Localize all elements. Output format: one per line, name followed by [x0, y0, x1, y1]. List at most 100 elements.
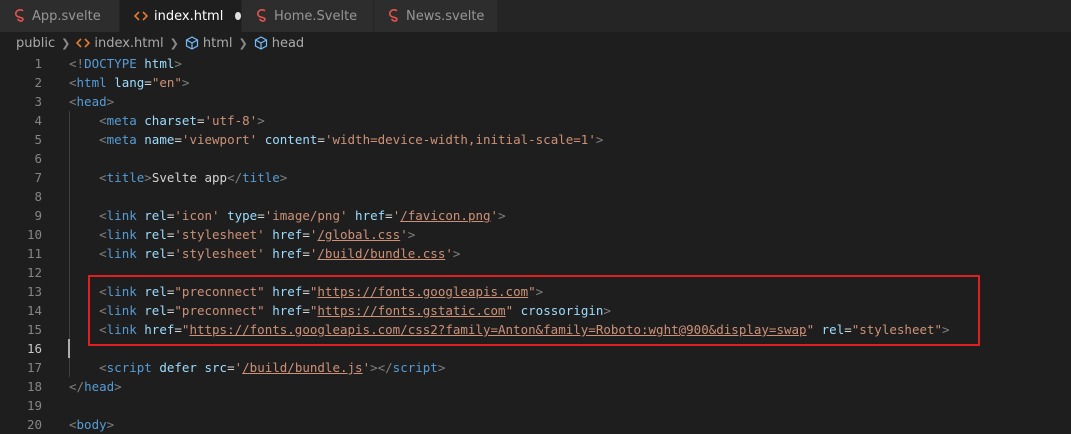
code-token: <	[99, 227, 107, 242]
code-token: '	[400, 227, 408, 242]
code-token: name	[144, 132, 175, 147]
code-token: =	[302, 227, 310, 242]
line-number: 14	[26, 303, 42, 318]
chevron-right-icon: ❯	[61, 36, 71, 50]
unsaved-dot-icon[interactable]	[235, 12, 241, 20]
line-number: 15	[26, 322, 42, 337]
code-line[interactable]: 18 </head>	[0, 377, 1071, 396]
code-token: =	[385, 208, 393, 223]
code-token: 'viewport'	[181, 132, 258, 147]
code-line[interactable]: 3 <head>	[0, 92, 1071, 111]
cube-icon	[185, 36, 199, 50]
line-number: 18	[26, 379, 42, 394]
code-token: 'width=device-width,initial-scale=1'	[324, 132, 596, 147]
code-token: head	[76, 94, 107, 109]
code-line[interactable]: 8	[0, 187, 1071, 206]
code-token: >	[144, 170, 152, 185]
code-token: 'stylesheet'	[174, 227, 265, 242]
code-token: rel	[144, 246, 167, 261]
code-token: >	[106, 417, 115, 432]
code-token: type	[227, 208, 258, 223]
code-token: =	[196, 113, 205, 128]
tab-app-svelte[interactable]: App.svelte	[0, 0, 120, 32]
breadcrumb-public[interactable]: public	[16, 36, 55, 51]
code-token: 'icon'	[174, 208, 220, 223]
code-token: meta	[106, 132, 137, 147]
code-editor[interactable]: 1 <!DOCTYPE html> 2 <html lang="en"> 3 <head>…	[0, 54, 1071, 432]
code-token: <	[99, 246, 107, 261]
code-line[interactable]: 5 <meta name='viewport' content='width=d…	[0, 130, 1071, 149]
line-number: 13	[26, 284, 42, 299]
code-token: =	[144, 75, 152, 90]
code-line[interactable]: 11 <link rel='stylesheet' href='/build/b…	[0, 244, 1071, 263]
indent-guide	[69, 111, 70, 377]
code-line[interactable]: 9 <link rel='icon' type='image/png' href…	[0, 206, 1071, 225]
code-token: content	[264, 132, 318, 147]
breadcrumb-label: index.html	[94, 35, 164, 51]
breadcrumb-html[interactable]: html	[185, 36, 233, 51]
code-token: DOCTYPE	[84, 56, 137, 71]
code-token: html	[144, 56, 175, 71]
code-token: <	[69, 94, 77, 109]
code-token: =	[257, 208, 265, 223]
code-token: >	[498, 208, 506, 223]
code-token: >	[595, 132, 604, 147]
tab-home-svelte[interactable]: Home.Svelte	[242, 0, 374, 32]
html-icon	[76, 37, 91, 49]
line-number: 2	[34, 75, 42, 90]
code-text: <html lang="en">	[69, 73, 189, 92]
code-line[interactable]: 1 <!DOCTYPE html>	[0, 54, 1071, 73]
code-token: <!	[69, 56, 85, 71]
code-line[interactable]: 20 <body>	[0, 415, 1071, 434]
code-text: <link rel='stylesheet' href='/global.css…	[69, 225, 415, 244]
code-token: =	[317, 132, 325, 147]
code-line[interactable]: 17 <script defer src='/build/bundle.js'>…	[0, 358, 1071, 377]
code-token: >	[452, 246, 461, 261]
line-number: 20	[26, 417, 42, 432]
code-line[interactable]: 2 <html lang="en">	[0, 73, 1071, 92]
code-text: <script defer src='/build/bundle.js'></s…	[69, 358, 445, 377]
code-text: <title>Svelte app</title>	[69, 168, 287, 187]
code-token: <	[99, 360, 107, 375]
svelte-icon	[14, 9, 26, 23]
editor-tab-bar: App.svelte index.html Home.Svelte News.s…	[0, 0, 1071, 32]
code-token: html	[76, 75, 107, 90]
code-token: =	[302, 246, 310, 261]
breadcrumb-label: public	[16, 35, 56, 51]
breadcrumb-head[interactable]: head	[254, 36, 304, 51]
chevron-right-icon: ❯	[169, 36, 179, 50]
code-token: <	[99, 113, 107, 128]
line-number: 19	[26, 398, 42, 413]
code-token: title	[242, 170, 280, 185]
tab-news-svelte[interactable]: News.svelte	[374, 0, 498, 32]
code-token: "en"	[151, 75, 182, 90]
code-line[interactable]: 4 <meta charset='utf-8'>	[0, 111, 1071, 130]
code-token: title	[106, 170, 145, 185]
breadcrumb-index-html[interactable]: index.html	[76, 35, 164, 51]
code-token: >	[407, 227, 416, 242]
code-line[interactable]: 6	[0, 149, 1071, 168]
code-token: =	[174, 132, 182, 147]
code-line[interactable]: 10 <link rel='stylesheet' href='/global.…	[0, 225, 1071, 244]
code-line[interactable]: 19	[0, 396, 1071, 415]
code-token: '	[445, 246, 453, 261]
line-number: 3	[34, 94, 42, 109]
code-token: 'stylesheet'	[174, 246, 265, 261]
tab-index-html[interactable]: index.html	[120, 0, 242, 32]
breadcrumb-label: html	[202, 35, 233, 51]
code-token: <	[99, 170, 107, 185]
code-text: <meta charset='utf-8'>	[69, 111, 265, 130]
code-token: meta	[106, 113, 137, 128]
code-line[interactable]: 7 <title>Svelte app</title>	[0, 168, 1071, 187]
code-token: '	[490, 208, 499, 223]
code-text: <meta name='viewport' content='width=dev…	[69, 130, 603, 149]
code-text: <link rel='icon' type='image/png' href='…	[69, 206, 506, 225]
code-token: Svelte app	[151, 170, 228, 185]
svelte-icon	[256, 9, 268, 23]
